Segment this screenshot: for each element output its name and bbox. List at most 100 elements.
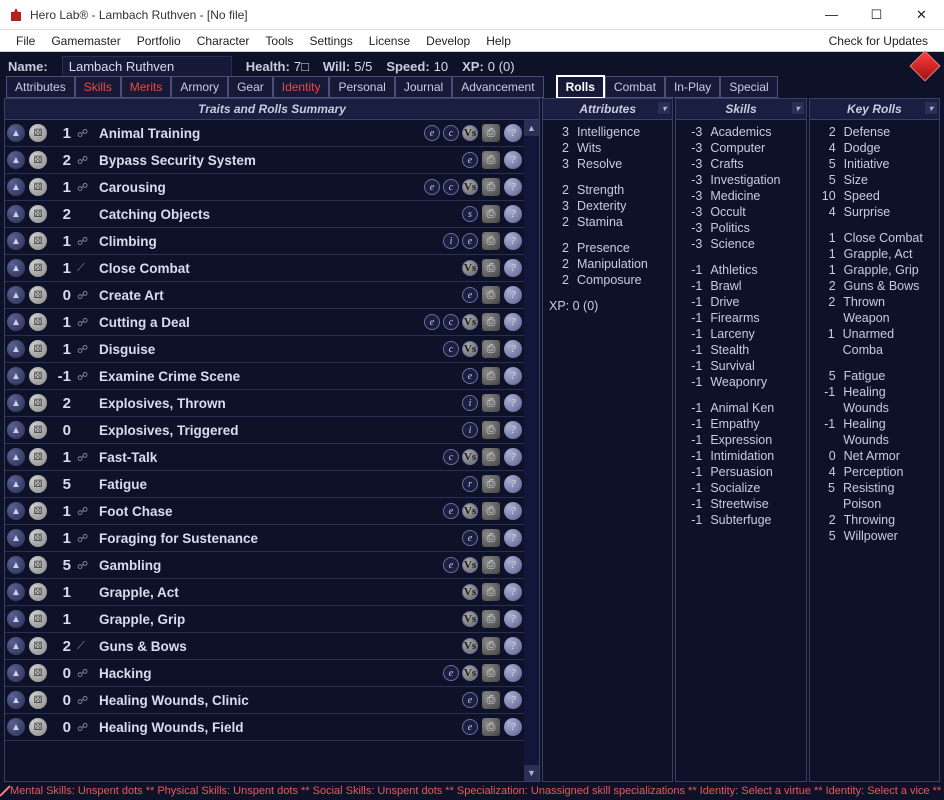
dice-icon[interactable]: ⚄ — [29, 151, 47, 169]
print-icon[interactable]: ⎙ — [482, 340, 500, 358]
scroll-up-button[interactable]: ▲ — [524, 120, 539, 136]
vs-icon[interactable]: Vs — [462, 314, 478, 330]
collapse-icon[interactable]: ▲ — [7, 664, 25, 682]
minimize-button[interactable]: — — [809, 0, 854, 29]
menu-gamemaster[interactable]: Gamemaster — [43, 32, 128, 50]
keyrolls-menu-button[interactable]: ▾ — [925, 102, 937, 114]
collapse-icon[interactable]: ▲ — [7, 529, 25, 547]
mod-c-icon[interactable]: c — [443, 179, 459, 195]
maximize-button[interactable]: ☐ — [854, 0, 899, 29]
mod-e-icon[interactable]: e — [443, 503, 459, 519]
help-icon[interactable]: ? — [504, 556, 522, 574]
tab-gear[interactable]: Gear — [228, 76, 273, 98]
menu-help[interactable]: Help — [478, 32, 519, 50]
collapse-icon[interactable]: ▲ — [7, 556, 25, 574]
vs-icon[interactable]: Vs — [462, 179, 478, 195]
mod-e-icon[interactable]: e — [462, 692, 478, 708]
help-icon[interactable]: ? — [504, 340, 522, 358]
dice-icon[interactable]: ⚄ — [29, 664, 47, 682]
collapse-icon[interactable]: ▲ — [7, 124, 25, 142]
help-icon[interactable]: ? — [504, 367, 522, 385]
tab-identity[interactable]: Identity — [273, 76, 330, 98]
print-icon[interactable]: ⎙ — [482, 502, 500, 520]
mod-c-icon[interactable]: c — [443, 125, 459, 141]
scrollbar[interactable]: ▲ ▼ — [524, 120, 539, 781]
tab-rolls[interactable]: Rolls — [556, 75, 605, 99]
collapse-icon[interactable]: ▲ — [7, 259, 25, 277]
dice-icon[interactable]: ⚄ — [29, 178, 47, 196]
help-icon[interactable]: ? — [504, 205, 522, 223]
mod-c-icon[interactable]: c — [443, 449, 459, 465]
collapse-icon[interactable]: ▲ — [7, 448, 25, 466]
dice-icon[interactable]: ⚄ — [29, 205, 47, 223]
print-icon[interactable]: ⎙ — [482, 475, 500, 493]
mod-r-icon[interactable]: r — [462, 476, 478, 492]
help-icon[interactable]: ? — [504, 394, 522, 412]
collapse-icon[interactable]: ▲ — [7, 232, 25, 250]
tab-personal[interactable]: Personal — [329, 76, 394, 98]
mod-e-icon[interactable]: e — [443, 557, 459, 573]
dice-icon[interactable]: ⚄ — [29, 286, 47, 304]
tab-skills[interactable]: Skills — [75, 76, 121, 98]
collapse-icon[interactable]: ▲ — [7, 691, 25, 709]
dice-icon[interactable]: ⚄ — [29, 475, 47, 493]
mod-i-icon[interactable]: i — [462, 422, 478, 438]
help-icon[interactable]: ? — [504, 286, 522, 304]
mod-e-icon[interactable]: e — [462, 152, 478, 168]
collapse-icon[interactable]: ▲ — [7, 340, 25, 358]
tab-advancement[interactable]: Advancement — [452, 76, 543, 98]
collapse-icon[interactable]: ▲ — [7, 583, 25, 601]
collapse-icon[interactable]: ▲ — [7, 475, 25, 493]
dice-icon[interactable]: ⚄ — [29, 637, 47, 655]
print-icon[interactable]: ⎙ — [482, 205, 500, 223]
mod-e-icon[interactable]: e — [462, 530, 478, 546]
menu-settings[interactable]: Settings — [301, 32, 360, 50]
collapse-icon[interactable]: ▲ — [7, 313, 25, 331]
vs-icon[interactable]: Vs — [462, 341, 478, 357]
dice-icon[interactable]: ⚄ — [29, 340, 47, 358]
mod-c-icon[interactable]: c — [443, 314, 459, 330]
mod-e-icon[interactable]: e — [443, 665, 459, 681]
help-icon[interactable]: ? — [504, 178, 522, 196]
print-icon[interactable]: ⎙ — [482, 232, 500, 250]
tab-attributes[interactable]: Attributes — [6, 76, 75, 98]
dice-icon[interactable]: ⚄ — [29, 691, 47, 709]
help-icon[interactable]: ? — [504, 232, 522, 250]
mod-e-icon[interactable]: e — [462, 233, 478, 249]
help-icon[interactable]: ? — [504, 259, 522, 277]
dice-icon[interactable]: ⚄ — [29, 583, 47, 601]
help-icon[interactable]: ? — [504, 313, 522, 331]
skills-menu-button[interactable]: ▾ — [792, 102, 804, 114]
mod-e-icon[interactable]: e — [424, 314, 440, 330]
menu-file[interactable]: File — [8, 32, 43, 50]
print-icon[interactable]: ⎙ — [482, 556, 500, 574]
mod-c-icon[interactable]: c — [443, 341, 459, 357]
vs-icon[interactable]: Vs — [462, 260, 478, 276]
dice-icon[interactable]: ⚄ — [29, 529, 47, 547]
dice-icon[interactable]: ⚄ — [29, 502, 47, 520]
menu-develop[interactable]: Develop — [418, 32, 478, 50]
print-icon[interactable]: ⎙ — [482, 313, 500, 331]
print-icon[interactable]: ⎙ — [482, 394, 500, 412]
help-icon[interactable]: ? — [504, 421, 522, 439]
print-icon[interactable]: ⎙ — [482, 529, 500, 547]
help-icon[interactable]: ? — [504, 610, 522, 628]
tab-merits[interactable]: Merits — [121, 76, 172, 98]
vs-icon[interactable]: Vs — [462, 125, 478, 141]
dice-icon[interactable]: ⚄ — [29, 421, 47, 439]
collapse-icon[interactable]: ▲ — [7, 718, 25, 736]
dice-icon[interactable]: ⚄ — [29, 556, 47, 574]
collapse-icon[interactable]: ▲ — [7, 205, 25, 223]
help-icon[interactable]: ? — [504, 637, 522, 655]
help-icon[interactable]: ? — [504, 583, 522, 601]
print-icon[interactable]: ⎙ — [482, 610, 500, 628]
print-icon[interactable]: ⎙ — [482, 286, 500, 304]
collapse-icon[interactable]: ▲ — [7, 610, 25, 628]
help-icon[interactable]: ? — [504, 502, 522, 520]
dice-icon[interactable]: ⚄ — [29, 313, 47, 331]
tab-in-play[interactable]: In-Play — [665, 76, 720, 98]
print-icon[interactable]: ⎙ — [482, 637, 500, 655]
collapse-icon[interactable]: ▲ — [7, 421, 25, 439]
print-icon[interactable]: ⎙ — [482, 178, 500, 196]
menu-license[interactable]: License — [361, 32, 418, 50]
